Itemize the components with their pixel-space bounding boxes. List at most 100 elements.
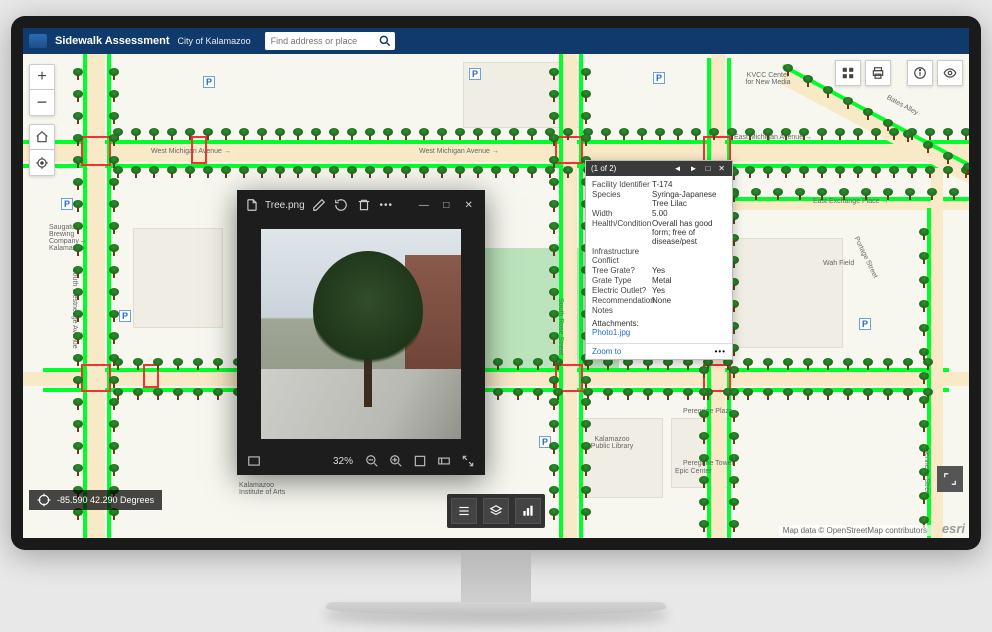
tree-icon[interactable] (549, 310, 559, 322)
tree-icon[interactable] (167, 128, 177, 140)
tree-icon[interactable] (783, 64, 793, 76)
tree-icon[interactable] (73, 398, 83, 410)
tree-icon[interactable] (549, 420, 559, 432)
info-button[interactable] (907, 60, 933, 86)
tree-icon[interactable] (823, 86, 833, 98)
tree-icon[interactable] (173, 358, 183, 370)
tree-icon[interactable] (843, 388, 853, 400)
tree-icon[interactable] (73, 244, 83, 256)
tree-icon[interactable] (509, 166, 519, 178)
tree-icon[interactable] (883, 188, 893, 200)
tree-icon[interactable] (73, 68, 83, 80)
tree-icon[interactable] (823, 358, 833, 370)
tree-icon[interactable] (623, 388, 633, 400)
tree-icon[interactable] (871, 128, 881, 140)
tree-icon[interactable] (213, 358, 223, 370)
tree-icon[interactable] (699, 410, 709, 422)
tree-icon[interactable] (185, 166, 195, 178)
tree-icon[interactable] (185, 128, 195, 140)
tree-icon[interactable] (221, 166, 231, 178)
tree-icon[interactable] (729, 476, 739, 488)
tree-icon[interactable] (803, 358, 813, 370)
tree-icon[interactable] (73, 442, 83, 454)
image-viewer[interactable]: Tree.png ••• — □ ✕ (237, 190, 485, 475)
tree-icon[interactable] (783, 388, 793, 400)
tree-icon[interactable] (73, 464, 83, 476)
tree-icon[interactable] (109, 200, 119, 212)
tree-icon[interactable] (683, 388, 693, 400)
tree-icon[interactable] (919, 444, 929, 456)
tree-icon[interactable] (763, 358, 773, 370)
tree-icon[interactable] (109, 112, 119, 124)
tree-icon[interactable] (455, 166, 465, 178)
locate-button[interactable] (29, 150, 55, 176)
tree-icon[interactable] (919, 252, 929, 264)
layers-button[interactable] (483, 498, 509, 524)
tree-icon[interactable] (949, 188, 959, 200)
tree-icon[interactable] (365, 166, 375, 178)
tree-icon[interactable] (835, 128, 845, 140)
tree-icon[interactable] (73, 376, 83, 388)
assessment-marker[interactable] (81, 364, 111, 392)
tree-icon[interactable] (549, 486, 559, 498)
tree-icon[interactable] (473, 166, 483, 178)
tree-icon[interactable] (919, 492, 929, 504)
tree-icon[interactable] (133, 358, 143, 370)
tree-icon[interactable] (73, 90, 83, 102)
tree-icon[interactable] (853, 128, 863, 140)
tree-icon[interactable] (699, 498, 709, 510)
tree-icon[interactable] (835, 166, 845, 178)
tree-icon[interactable] (581, 508, 591, 520)
tree-icon[interactable] (109, 68, 119, 80)
tree-icon[interactable] (903, 388, 913, 400)
tree-icon[interactable] (239, 128, 249, 140)
maximize-button[interactable]: □ (438, 196, 454, 214)
tree-icon[interactable] (729, 366, 739, 378)
tree-icon[interactable] (817, 188, 827, 200)
thumbnail-view-button[interactable] (245, 452, 263, 470)
tree-icon[interactable] (329, 166, 339, 178)
tree-icon[interactable] (239, 166, 249, 178)
tree-icon[interactable] (257, 128, 267, 140)
tree-icon[interactable] (709, 128, 719, 140)
tree-icon[interactable] (581, 68, 591, 80)
tree-icon[interactable] (109, 398, 119, 410)
tree-icon[interactable] (401, 166, 411, 178)
fit-button[interactable] (411, 452, 429, 470)
tree-icon[interactable] (919, 372, 929, 384)
tree-icon[interactable] (153, 358, 163, 370)
tree-icon[interactable] (527, 166, 537, 178)
tree-icon[interactable] (581, 442, 591, 454)
tree-icon[interactable] (907, 166, 917, 178)
tree-icon[interactable] (699, 476, 709, 488)
tree-icon[interactable] (109, 288, 119, 300)
tree-icon[interactable] (763, 388, 773, 400)
tree-icon[interactable] (905, 188, 915, 200)
tree-icon[interactable] (781, 128, 791, 140)
tree-icon[interactable] (883, 119, 893, 131)
tree-icon[interactable] (311, 166, 321, 178)
tree-icon[interactable] (549, 332, 559, 344)
search-button[interactable] (375, 32, 395, 50)
tree-icon[interactable] (549, 90, 559, 102)
tree-icon[interactable] (691, 128, 701, 140)
tree-icon[interactable] (329, 128, 339, 140)
tree-icon[interactable] (549, 508, 559, 520)
tree-icon[interactable] (581, 398, 591, 410)
tree-icon[interactable] (153, 388, 163, 400)
tree-icon[interactable] (549, 288, 559, 300)
tree-icon[interactable] (73, 156, 83, 168)
zoom-in-button[interactable] (387, 452, 405, 470)
tree-icon[interactable] (549, 200, 559, 212)
tree-icon[interactable] (437, 128, 447, 140)
print-button[interactable] (865, 60, 891, 86)
tree-icon[interactable] (883, 388, 893, 400)
tree-icon[interactable] (549, 68, 559, 80)
tree-icon[interactable] (803, 388, 813, 400)
tree-icon[interactable] (347, 166, 357, 178)
tree-icon[interactable] (943, 152, 953, 164)
tree-icon[interactable] (493, 358, 503, 370)
tree-icon[interactable] (843, 358, 853, 370)
tree-icon[interactable] (73, 420, 83, 432)
actual-size-button[interactable] (435, 452, 453, 470)
